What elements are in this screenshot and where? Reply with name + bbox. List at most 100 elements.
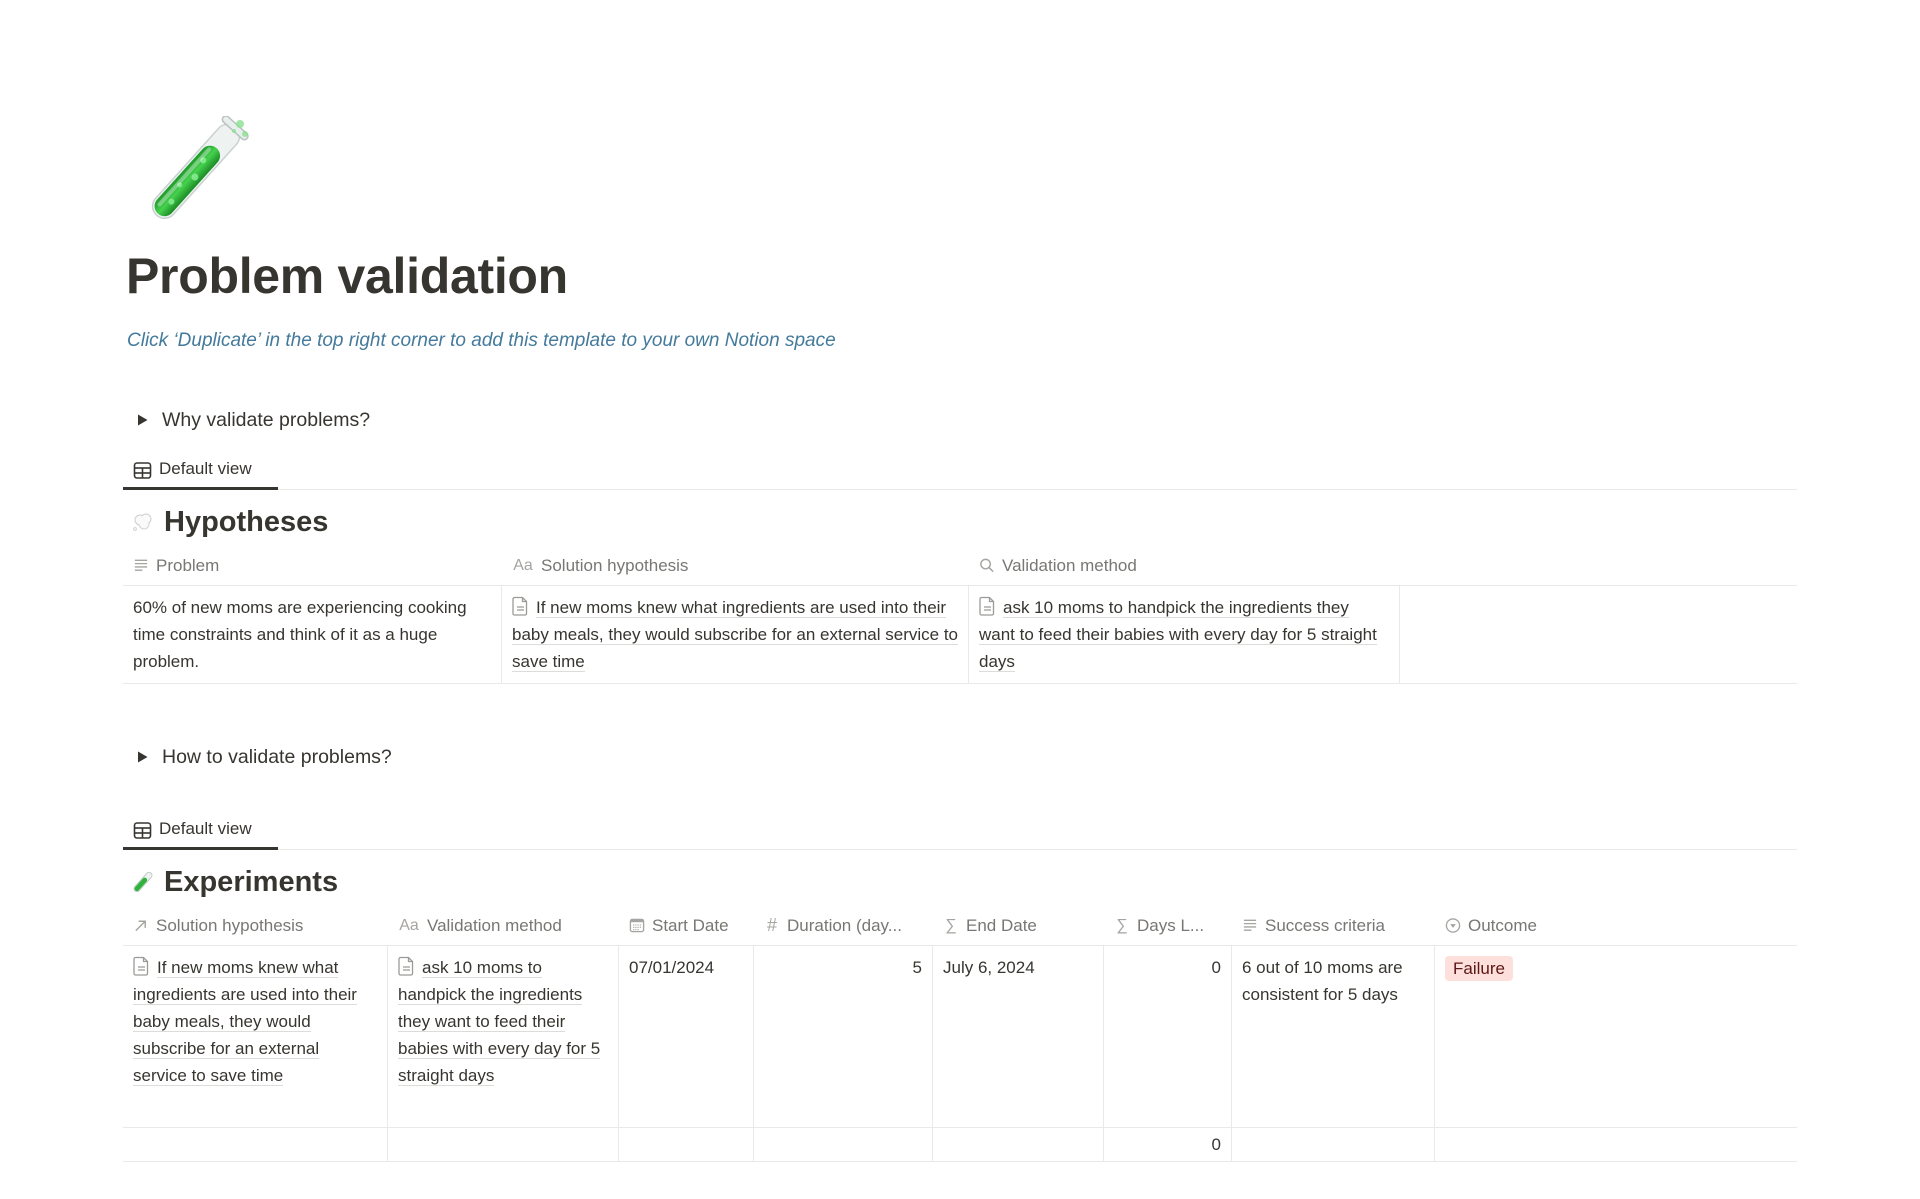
column-label: End Date [966,915,1037,935]
column-header-outcome[interactable]: Outcome [1435,906,1797,945]
table-header: Solution hypothesis Aa Validation method… [123,906,1797,946]
triangle-right-icon[interactable] [132,747,152,767]
tab-label: Default view [159,819,252,838]
column-header-problem[interactable]: Problem [123,546,502,585]
cell-solution-hypothesis[interactable]: If new moms knew what ingredients are us… [502,586,969,683]
column-header-solution-hypothesis[interactable]: Solution hypothesis [123,906,388,945]
page-icon-test-tube[interactable] [128,115,252,240]
page-link[interactable]: ask 10 moms to handpick the ingredients … [979,598,1377,672]
hypotheses-view-tabs: Default view [123,458,1797,490]
page-subtitle: Click ‘Duplicate’ in the top right corne… [127,330,836,351]
column-label: Validation method [427,915,562,935]
column-header-solution-hypothesis[interactable]: Aa Solution hypothesis [502,546,969,585]
cell-validation-method[interactable]: ask 10 moms to handpick the ingredients … [388,946,619,1127]
test-tube-icon [133,871,153,893]
cell-outcome[interactable]: Failure [1435,946,1797,1127]
toggle-label: How to validate problems? [162,745,392,768]
column-header-days-left[interactable]: ∑ Days L... [1104,906,1232,945]
column-header-success-criteria[interactable]: Success criteria [1232,906,1435,945]
cell-solution-hypothesis[interactable]: If new moms knew what ingredients are us… [123,946,388,1127]
column-header-end-date[interactable]: ∑ End Date [933,906,1104,945]
table-row[interactable]: 60% of new moms are experiencing cooking… [123,586,1797,684]
test-tube-icon [151,115,249,219]
column-label: Duration (day... [787,915,902,935]
calc-cell[interactable] [388,1128,619,1161]
cell-validation-method[interactable]: ask 10 moms to handpick the ingredients … [969,586,1400,683]
page-title[interactable]: Problem validation [126,244,568,308]
experiments-title[interactable]: Experiments [132,862,338,902]
relation-link[interactable]: If new moms knew what ingredients are us… [133,958,357,1086]
calc-cell[interactable] [1232,1128,1435,1161]
tab-default-view[interactable]: Default view [123,818,278,850]
column-label: Outcome [1468,915,1537,935]
calc-cell[interactable] [619,1128,754,1161]
table-icon [133,462,152,479]
toggle-how-to-validate[interactable]: How to validate problems? [132,742,392,772]
toggle-why-validate[interactable]: Why validate problems? [132,405,370,435]
page-link[interactable]: ask 10 moms to handpick the ingredients … [398,958,601,1086]
cell-start-date[interactable]: 07/01/2024 [619,946,754,1127]
column-label: Solution hypothesis [541,555,689,575]
cell-days-left[interactable]: 0 [1104,946,1232,1127]
calc-value: 0 [1211,1134,1221,1154]
triangle-right-icon[interactable] [132,410,152,430]
calc-cell[interactable] [754,1128,933,1161]
column-header-duration[interactable]: # Duration (day... [754,906,933,945]
sigma-icon: ∑ [945,916,957,934]
title-aa-icon: Aa [399,916,419,934]
column-header-start-date[interactable]: Start Date [619,906,754,945]
column-label: Success criteria [1265,915,1385,935]
sigma-icon: ∑ [1116,916,1128,934]
calc-cell[interactable] [123,1128,388,1161]
table-row[interactable]: If new moms knew what ingredients are us… [123,946,1797,1128]
cell-success-criteria[interactable]: 6 out of 10 moms are consistent for 5 da… [1232,946,1435,1127]
column-header-validation-method[interactable]: Aa Validation method [388,906,619,945]
tab-default-view[interactable]: Default view [123,458,278,490]
cell-duration[interactable]: 5 [754,946,933,1127]
title-aa-icon: Aa [513,556,533,574]
cell-end-date[interactable]: July 6, 2024 [933,946,1104,1127]
cell-text: 60% of new moms are experiencing cooking… [133,598,467,671]
select-circle-icon [1445,917,1461,935]
cell-text: 5 [912,958,922,977]
cell-text: July 6, 2024 [943,958,1035,977]
cell-filler [1400,586,1797,683]
column-label: Validation method [1002,555,1137,575]
calculation-row: 0 [123,1128,1797,1162]
calc-cell[interactable] [933,1128,1104,1161]
db-title-text: Experiments [164,865,339,898]
text-lines-icon [133,557,149,575]
calc-cell[interactable] [1435,1128,1797,1161]
status-badge: Failure [1445,956,1513,981]
page-link[interactable]: If new moms knew what ingredients are us… [512,598,959,672]
calc-days-left-sum[interactable]: 0 [1104,1128,1232,1161]
column-filler [1400,546,1797,585]
column-header-validation-method[interactable]: Validation method [969,546,1400,585]
text-lines-icon [1242,917,1258,935]
cell-text: 0 [1211,958,1221,977]
hash-icon: # [766,915,777,935]
page-doc-icon [133,956,149,976]
experiments-table: Solution hypothesis Aa Validation method… [123,906,1797,1162]
tab-label: Default view [159,459,252,478]
cell-text: 6 out of 10 moms are consistent for 5 da… [1242,958,1403,1004]
page-doc-icon [979,596,995,616]
column-label: Solution hypothesis [156,915,304,935]
table-icon [133,822,152,839]
toggle-label: Why validate problems? [162,408,371,431]
relation-arrow-icon [133,917,149,935]
column-label: Problem [156,555,220,575]
page-doc-icon [398,956,414,976]
hypotheses-table: Problem Aa Solution hypothesis Validatio… [123,546,1797,684]
experiments-view-tabs: Default view [123,818,1797,850]
thought-balloon-icon [133,513,152,531]
cell-problem[interactable]: 60% of new moms are experiencing cooking… [123,586,502,683]
magnifier-icon [979,557,995,575]
table-header: Problem Aa Solution hypothesis Validatio… [123,546,1797,586]
db-title-text: Hypotheses [164,505,329,538]
calendar-icon [629,917,645,935]
hypotheses-title[interactable]: Hypotheses [132,502,328,542]
column-label: Start Date [652,915,729,935]
column-label: Days L... [1137,915,1205,935]
page-doc-icon [512,596,528,616]
